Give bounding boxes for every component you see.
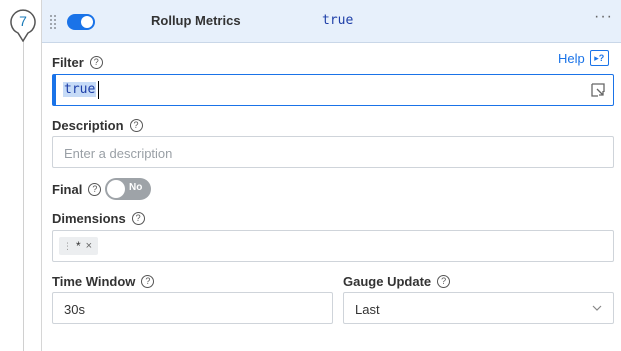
- gauge-update-help-icon[interactable]: ?: [437, 275, 451, 288]
- filter-label: Filter ?: [52, 55, 103, 70]
- final-toggle-text: No: [129, 182, 143, 193]
- step-number: 7: [19, 13, 27, 29]
- panel-divider: [41, 0, 42, 351]
- dimensions-input[interactable]: ⋮ * ×: [52, 230, 614, 262]
- description-input[interactable]: Enter a description: [52, 136, 614, 168]
- enable-toggle[interactable]: [67, 14, 95, 30]
- time-window-value: 30s: [64, 302, 85, 317]
- function-header[interactable]: Rollup Metrics true ···: [42, 0, 621, 43]
- filter-input[interactable]: true: [52, 74, 614, 106]
- text-caret: [98, 81, 99, 99]
- step-gutter: 7: [0, 0, 42, 351]
- filter-help-icon[interactable]: ?: [89, 56, 103, 69]
- final-label: Final ?: [52, 182, 102, 197]
- drag-handle-icon[interactable]: [49, 14, 57, 30]
- more-options-button[interactable]: ···: [594, 8, 613, 26]
- description-help-icon[interactable]: ?: [129, 119, 143, 132]
- dimensions-label: Dimensions ?: [52, 211, 145, 226]
- toggle-knob: [81, 16, 93, 28]
- gauge-update-label: Gauge Update ?: [343, 274, 451, 289]
- description-label: Description ?: [52, 118, 143, 133]
- description-placeholder: Enter a description: [64, 146, 173, 161]
- tag-drag-icon[interactable]: ⋮: [63, 241, 72, 252]
- gauge-update-value: Last: [355, 302, 380, 317]
- timeline-line: [23, 38, 24, 351]
- help-link[interactable]: Help ▸?: [558, 50, 609, 66]
- final-toggle[interactable]: No: [105, 178, 151, 200]
- function-title: Rollup Metrics: [151, 13, 241, 28]
- chevron-down-icon: [592, 305, 602, 311]
- time-window-help-icon[interactable]: ?: [141, 275, 155, 288]
- help-link-label: Help: [558, 50, 585, 66]
- help-panel-icon: ▸?: [589, 50, 609, 66]
- final-help-icon[interactable]: ?: [88, 183, 102, 196]
- dimension-tag[interactable]: ⋮ * ×: [59, 237, 99, 255]
- remove-tag-icon[interactable]: ×: [86, 240, 92, 252]
- expand-editor-icon[interactable]: [590, 82, 606, 98]
- dimensions-help-icon[interactable]: ?: [131, 212, 145, 225]
- gauge-update-select[interactable]: Last: [343, 292, 614, 324]
- toggle-knob: [107, 180, 125, 198]
- filter-input-value: true: [63, 82, 97, 97]
- time-window-input[interactable]: 30s: [52, 292, 333, 324]
- time-window-label: Time Window ?: [52, 274, 155, 289]
- dimension-tag-label: *: [76, 239, 81, 253]
- function-filter-preview: true: [322, 13, 354, 28]
